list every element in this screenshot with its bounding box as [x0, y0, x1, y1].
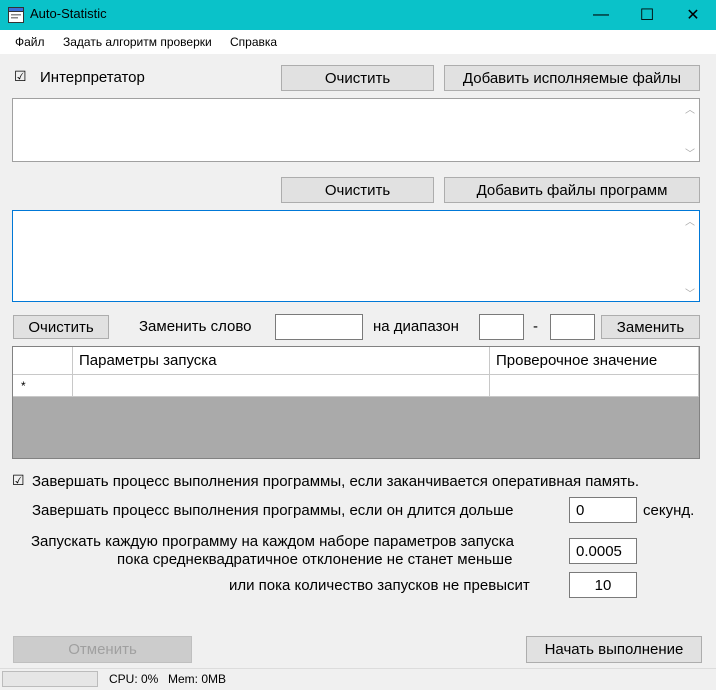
range-from-input[interactable]: [479, 314, 524, 340]
maximize-icon: ☐: [639, 7, 655, 24]
scroll-down-icon[interactable]: ﹀: [682, 284, 698, 300]
stddev-input[interactable]: [569, 538, 637, 564]
grid-new-row-marker[interactable]: *: [13, 375, 73, 397]
cancel-button[interactable]: Отменить: [13, 636, 192, 663]
close-button[interactable]: ✕: [670, 0, 716, 30]
replace-button[interactable]: Заменить: [601, 315, 700, 339]
scroll-down-icon[interactable]: ﹀: [682, 144, 698, 160]
close-icon: ✕: [686, 7, 700, 24]
menu-help[interactable]: Справка: [230, 35, 277, 49]
max-runs-label: или пока количество запусков не превысит: [229, 577, 530, 594]
scroll-up-icon[interactable]: ︿: [682, 100, 698, 116]
clear-programs-button[interactable]: Очистить: [281, 177, 434, 203]
menu-set-check-algorithm[interactable]: Задать алгоритм проверки: [63, 35, 212, 49]
interpreter-label: Интерпретатор: [40, 69, 145, 86]
replace-word-label: Заменить слово: [139, 318, 252, 335]
scroll-up-icon[interactable]: ︿: [682, 212, 698, 228]
menu-file[interactable]: Файл: [15, 35, 45, 49]
stddev-label-line1: Запускать каждую программу на каждом наб…: [31, 533, 514, 550]
range-label: на диапазон: [373, 318, 459, 335]
clear-parameters-button[interactable]: Очистить: [13, 315, 109, 339]
grid-header-check-value[interactable]: Проверочное значение: [490, 347, 699, 375]
grid-new-row-params-cell[interactable]: [73, 375, 490, 397]
range-to-input[interactable]: [550, 314, 595, 340]
timeout-label: Завершать процесс выполнения программы, …: [32, 502, 514, 519]
timeout-input[interactable]: [569, 497, 637, 523]
grid-corner-header: [13, 347, 73, 375]
grid-header-launch-params[interactable]: Параметры запуска: [73, 347, 490, 375]
timeout-unit-label: секунд.: [643, 502, 695, 519]
clear-interpreter-button[interactable]: Очистить: [281, 65, 434, 91]
interpreter-scrollbar[interactable]: ︿ ﹀: [682, 100, 698, 160]
add-executables-button[interactable]: Добавить исполняемые файлы: [444, 65, 700, 91]
grid-new-row-check-cell[interactable]: [490, 375, 699, 397]
progress-bar: [2, 671, 98, 687]
interpreter-checkbox[interactable]: ☑: [14, 68, 27, 85]
range-dash: -: [533, 318, 538, 335]
replace-word-input[interactable]: [275, 314, 363, 340]
programs-scrollbar[interactable]: ︿ ﹀: [682, 212, 698, 300]
minimize-icon: —: [593, 6, 609, 23]
cpu-usage-status: CPU: 0%: [109, 672, 159, 686]
parameters-grid[interactable]: Параметры запуска Проверочное значение *: [12, 346, 700, 459]
start-execution-button[interactable]: Начать выполнение: [526, 636, 702, 663]
stddev-label-line2: пока среднеквадратичное отклонение не ст…: [117, 551, 513, 568]
maximize-button[interactable]: ☐: [624, 0, 670, 30]
interpreter-files-textarea[interactable]: ︿ ﹀: [12, 98, 700, 162]
memory-limit-label: Завершать процесс выполнения программы, …: [32, 473, 640, 490]
minimize-button[interactable]: —: [578, 0, 624, 30]
add-program-files-button[interactable]: Добавить файлы программ: [444, 177, 700, 203]
window-title: Auto-Statistic: [30, 6, 107, 21]
max-runs-input[interactable]: [569, 572, 637, 598]
program-files-textarea[interactable]: ︿ ﹀: [12, 210, 700, 302]
memory-usage-status: Mem: 0MB: [168, 672, 227, 686]
memory-limit-checkbox[interactable]: ☑: [12, 472, 25, 489]
status-bar: [0, 668, 716, 690]
app-window-icon: [8, 7, 24, 23]
